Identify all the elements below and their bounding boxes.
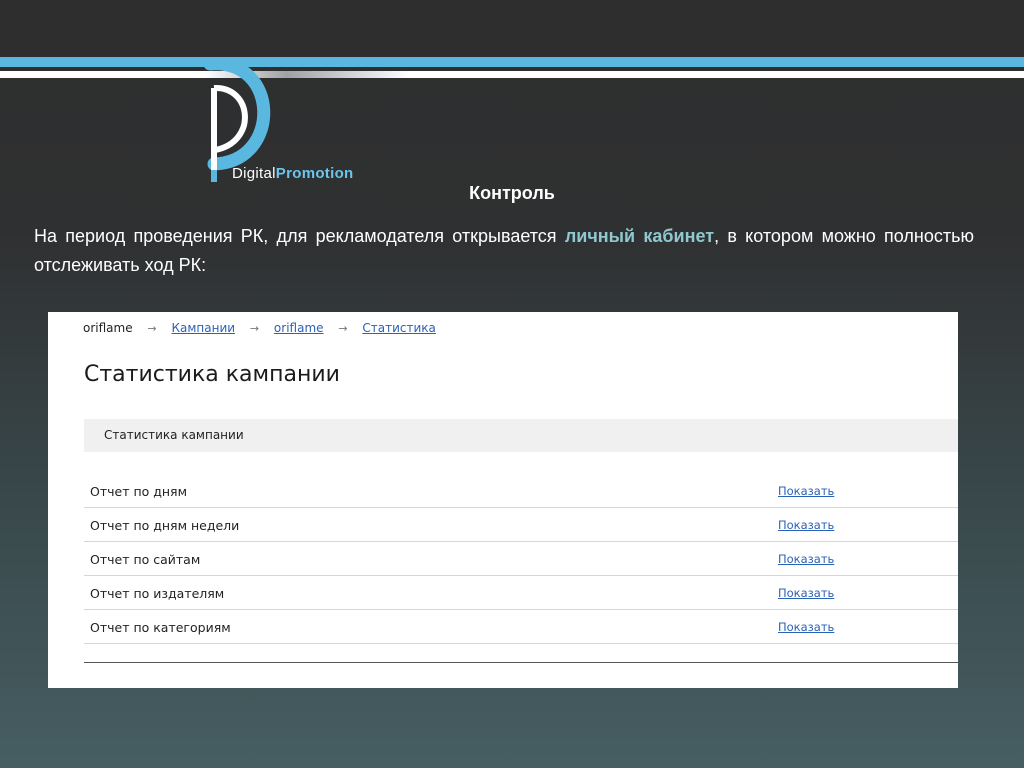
breadcrumb-link-statistics[interactable]: Статистика: [362, 321, 436, 335]
report-row-categories: Отчет по категориям Показать: [84, 610, 958, 644]
header-stripe-white: [0, 71, 1024, 78]
report-label: Отчет по дням недели: [90, 518, 240, 533]
report-row-publishers: Отчет по издателям Показать: [84, 576, 958, 610]
logo-word-digital: Digital: [232, 165, 276, 182]
breadcrumb-link-oriflame[interactable]: oriflame: [274, 321, 324, 335]
report-label: Отчет по сайтам: [90, 552, 201, 567]
show-report-sites-link[interactable]: Показать: [778, 552, 834, 566]
slide-title: Контроль: [469, 183, 555, 203]
report-label: Отчет по издателям: [90, 586, 225, 601]
header-stripe-blue: [0, 57, 1024, 67]
report-row-sites: Отчет по сайтам Показать: [84, 542, 958, 576]
campaign-stats-screenshot: oriflame → Кампании → oriflame → Статист…: [48, 312, 958, 688]
intro-highlight: личный кабинет: [564, 226, 715, 246]
show-report-publishers-link[interactable]: Показать: [778, 586, 834, 600]
breadcrumb-root: oriflame: [83, 321, 133, 335]
report-label: Отчет по категориям: [90, 620, 231, 635]
breadcrumb: oriflame → Кампании → oriflame → Статист…: [83, 321, 436, 335]
logo-wordmark: DigitalPromotion: [232, 165, 354, 182]
logo-word-promotion: Promotion: [275, 165, 354, 182]
reports-list: Отчет по дням Показать Отчет по дням нед…: [84, 474, 958, 644]
section-header: Статистика кампании: [84, 419, 958, 452]
breadcrumb-separator-icon: →: [249, 322, 260, 335]
intro-text: На период проведения РК, для рекламодате…: [34, 222, 974, 280]
show-report-categories-link[interactable]: Показать: [778, 620, 834, 634]
report-row-days: Отчет по дням Показать: [84, 474, 958, 508]
report-row-weekdays: Отчет по дням недели Показать: [84, 508, 958, 542]
breadcrumb-link-campaigns[interactable]: Кампании: [171, 321, 235, 335]
show-report-weekdays-link[interactable]: Показать: [778, 518, 834, 532]
table-bottom-divider: [84, 662, 958, 663]
breadcrumb-separator-icon: →: [147, 322, 157, 335]
intro-part-1: На период проведения РК, для рекламодате…: [34, 226, 565, 246]
breadcrumb-separator-icon: →: [338, 322, 348, 335]
show-report-days-link[interactable]: Показать: [778, 484, 834, 498]
page-title: Статистика кампании: [84, 362, 340, 387]
report-label: Отчет по дням: [90, 484, 188, 499]
digital-promotion-logo: DigitalPromotion: [200, 52, 380, 187]
